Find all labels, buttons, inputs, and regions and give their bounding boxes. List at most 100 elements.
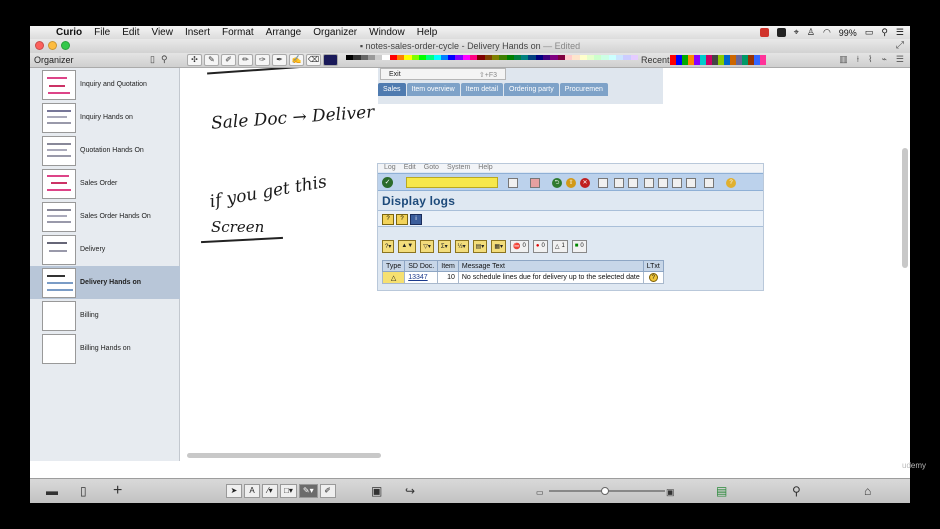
tool-arrow-icon[interactable]: ➤ <box>226 484 242 498</box>
color-swatch[interactable] <box>521 55 529 60</box>
tool-select-icon[interactable]: ✣ <box>187 54 202 66</box>
zoom-in-icon[interactable]: ▣ <box>666 485 675 499</box>
color-swatch[interactable] <box>579 55 587 60</box>
sap-layout-icon[interactable]: ▦▾ <box>491 239 507 253</box>
color-swatch[interactable] <box>484 55 492 60</box>
menu-insert[interactable]: Insert <box>179 27 216 38</box>
tool-ink-icon[interactable]: ✎▾ <box>298 484 318 498</box>
col-item[interactable]: Item <box>437 260 459 272</box>
color-swatch[interactable] <box>455 55 463 60</box>
organizer-view-icon[interactable]: ▯ <box>80 484 87 498</box>
share-icon[interactable]: ↪ <box>405 484 415 498</box>
col-ltxt[interactable]: LTxt <box>642 260 664 272</box>
sap-subtotal-icon[interactable]: ½▾ <box>454 239 469 253</box>
color-swatch[interactable] <box>382 55 390 60</box>
color-swatch[interactable] <box>535 55 544 60</box>
sap-first-page-icon[interactable] <box>644 178 654 188</box>
menu-arrange[interactable]: Arrange <box>260 27 308 38</box>
color-swatch[interactable] <box>470 55 478 60</box>
color-swatch[interactable] <box>397 55 405 60</box>
sap-enter-icon[interactable]: ✓ <box>382 177 393 188</box>
sap-prev-page-icon[interactable] <box>658 178 668 188</box>
sap-detail-icon[interactable]: ?▾ <box>382 239 395 253</box>
sap-last-page-icon[interactable] <box>686 178 696 188</box>
color-swatch[interactable] <box>367 55 376 60</box>
color-swatch[interactable] <box>586 55 595 60</box>
sap-help-icon[interactable]: ? <box>726 178 736 188</box>
color-swatch[interactable] <box>543 55 551 60</box>
tool-pencil-icon[interactable]: ✐ <box>221 54 236 66</box>
sap-exit-menu[interactable]: Exit ⇧+F3 <box>380 68 506 80</box>
color-swatch[interactable] <box>550 55 558 60</box>
search-icon[interactable]: ⚲ <box>792 484 801 498</box>
color-swatch[interactable] <box>440 55 449 60</box>
col-type[interactable]: Type <box>381 260 406 272</box>
horizontal-scrollbar[interactable] <box>187 453 381 458</box>
recent-colors[interactable] <box>670 55 766 65</box>
tab-item-detail[interactable]: Item detail <box>460 83 503 96</box>
sap-find-icon[interactable] <box>614 178 624 188</box>
menu-app[interactable]: Curio <box>50 27 88 38</box>
sap-back-icon[interactable]: ⮌ <box>552 178 562 188</box>
tool-pen-icon[interactable]: ✎ <box>204 54 219 66</box>
sap-new-session-icon[interactable] <box>704 178 714 188</box>
col-sd-doc[interactable]: SD Doc. <box>404 260 439 272</box>
color-swatch[interactable] <box>623 55 631 60</box>
organizer-item-quotation-hands-on[interactable]: Quotation Hands On <box>30 134 180 167</box>
inspector-icon[interactable]: ▥ <box>839 54 848 65</box>
status-video-icon[interactable] <box>776 28 786 37</box>
sap-print-icon[interactable] <box>598 178 608 188</box>
color-swatch[interactable] <box>346 55 354 60</box>
color-swatch[interactable] <box>506 55 514 60</box>
menu-file[interactable]: File <box>88 27 116 38</box>
sap-long-text-icon[interactable]: ? <box>382 214 394 225</box>
color-swatch[interactable] <box>594 55 602 60</box>
tool-line-icon[interactable]: ⁄▾ <box>262 484 278 498</box>
sap-filter-icon[interactable]: ▽▾ <box>420 239 434 253</box>
menu-organizer[interactable]: Organizer <box>307 27 363 38</box>
sap-sort-asc-icon[interactable]: ▲▼ <box>398 239 417 253</box>
color-swatch[interactable] <box>389 55 398 60</box>
tag-icon[interactable]: ⌇ <box>868 54 872 65</box>
organizer-item-billing[interactable]: Billing <box>30 299 180 332</box>
zoom-out-icon[interactable]: ▭ <box>536 486 544 500</box>
sap-ok-filter[interactable]: ■ 0 <box>571 239 587 253</box>
meta-icon[interactable]: ⌁ <box>882 54 887 65</box>
tool-text-icon[interactable]: A <box>244 484 260 498</box>
briefcase-icon[interactable]: ▬ <box>46 484 58 498</box>
sap-menu-log[interactable]: Log <box>384 164 396 172</box>
status-binoculars-icon[interactable]: ⌖ <box>794 27 799 38</box>
organizer-toggle-icon[interactable]: ▯ <box>150 54 155 65</box>
image-icon[interactable]: ▣ <box>371 484 382 498</box>
tool-scribble-icon[interactable]: ✐ <box>319 484 336 498</box>
tab-procurement[interactable]: Procuremen <box>559 83 608 96</box>
stack-icon[interactable]: ☰ <box>896 54 904 65</box>
sap-warnings-filter[interactable]: △ 1 <box>551 239 568 253</box>
spotlight-search-icon[interactable]: ⚲ <box>881 27 888 38</box>
color-swatch[interactable] <box>477 55 485 60</box>
notification-center-icon[interactable]: ☰ <box>896 27 904 38</box>
color-swatch[interactable] <box>564 55 573 60</box>
sap-stop-filter[interactable]: ● 0 <box>532 239 548 253</box>
pin-icon[interactable]: ⍿ <box>857 54 859 65</box>
tool-shape-icon[interactable]: □▾ <box>280 484 297 498</box>
sap-export-icon[interactable]: ▤▾ <box>472 239 488 253</box>
organizer-item-billing-hands-on[interactable]: Billing Hands on <box>30 332 180 365</box>
sap-menu-help[interactable]: Help <box>478 164 492 172</box>
organizer-item-inquiry-hands-on[interactable]: Inquiry Hands on <box>30 101 180 134</box>
menu-window[interactable]: Window <box>363 27 411 38</box>
menu-format[interactable]: Format <box>216 27 260 38</box>
tool-marker-icon[interactable]: ✏ <box>238 54 253 66</box>
tab-sales[interactable]: Sales <box>378 83 406 96</box>
sap-back-arrow-icon[interactable] <box>508 178 518 188</box>
zoom-slider-knob[interactable] <box>601 487 609 495</box>
sap-exit-icon[interactable]: ⇧ <box>566 178 576 188</box>
color-swatch[interactable] <box>360 55 368 60</box>
organizer-item-sales-order[interactable]: Sales Order <box>30 167 180 200</box>
library-icon[interactable]: ⌂ <box>864 484 871 498</box>
color-swatch[interactable] <box>404 55 412 60</box>
col-message-text[interactable]: Message Text <box>457 260 644 272</box>
color-swatch[interactable] <box>615 55 624 60</box>
table-row[interactable]: △ 13347 10 No schedule lines due for del… <box>381 271 664 284</box>
organizer-item-sales-order-hands-on[interactable]: Sales Order Hands On <box>30 200 180 233</box>
